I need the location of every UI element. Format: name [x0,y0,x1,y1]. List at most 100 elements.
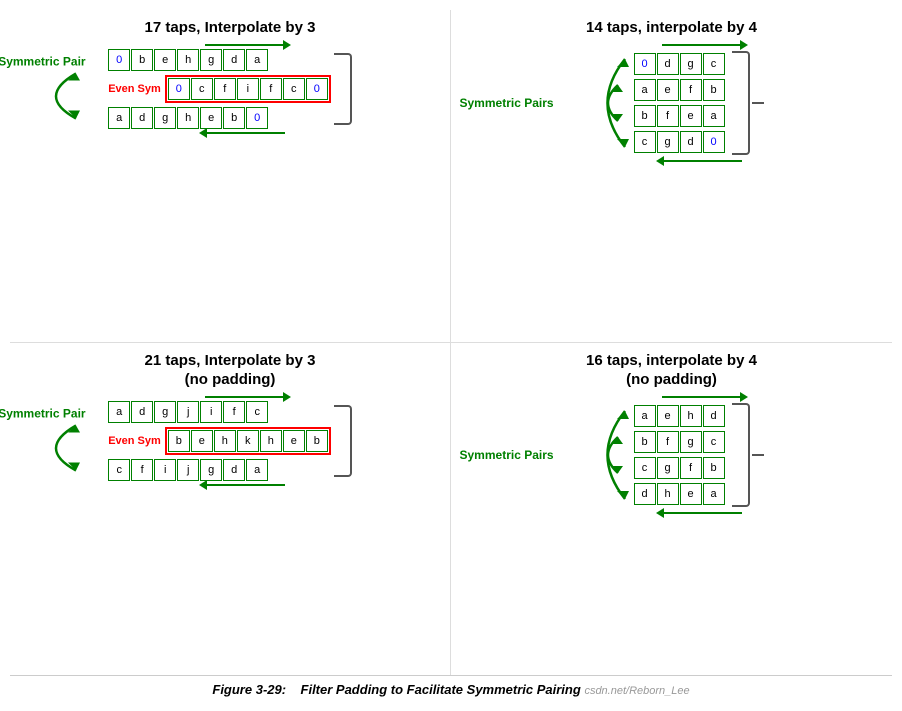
cell: e [154,49,176,71]
cell: g [200,49,222,71]
cell: a [108,401,130,423]
q3-title: 21 taps, Interpolate by 3 (no padding) [145,351,316,390]
cell: 0 [703,131,725,153]
q4-bracket-line [752,454,764,456]
q2-row-1: 0 d g c [634,53,725,75]
quadrant-3: 21 taps, Interpolate by 3 (no padding) S… [10,343,451,676]
cell: h [177,49,199,71]
q1-row-3: a d g h e b 0 [108,107,331,129]
cell: b [223,107,245,129]
quadrant-1: 17 taps, Interpolate by 3 Symmetric Pair [10,10,451,343]
cell: a [634,405,656,427]
cell: c [703,431,725,453]
q1-row-2: 0 c f i f c 0 [165,75,331,103]
q4-title: 16 taps, interpolate by 4 (no padding) [586,351,757,390]
cell: 0 [246,107,268,129]
main-container: 17 taps, Interpolate by 3 Symmetric Pair [0,0,902,711]
cell: h [260,430,282,452]
cell: b [634,105,656,127]
q3-bracket [334,405,352,477]
q3-row-2-wrapper: Even Sym b e h k h e b [108,427,331,455]
q3-sym-label: Symmetric Pair [0,406,86,420]
q3-arrow-top [205,396,285,398]
cell: f [131,459,153,481]
cell: e [657,79,679,101]
q2-curved-arrows [580,49,630,157]
q2-rows: 0 d g c a e f b b f e a [634,53,725,153]
cell: 0 [634,53,656,75]
cell: i [200,401,222,423]
cell: d [131,401,153,423]
q3-rows: a d g j i f c Even Sym b e h [108,401,331,481]
q4-sym-label: Symmetric Pairs [460,448,554,462]
q3-row-1: a d g j i f c [108,401,331,423]
quadrants-grid: 17 taps, Interpolate by 3 Symmetric Pair [10,10,892,675]
q4-row-3: c g f b [634,457,725,479]
q1-row-2-wrapper: Even Sym 0 c f i f c 0 [108,75,331,103]
q2-arrow-bottom [662,160,742,162]
cell: h [657,483,679,505]
q1-arrow-bottom [205,132,285,134]
cell: a [703,483,725,505]
q2-arrow-top [662,44,742,46]
cell: c [634,457,656,479]
q2-row-4: c g d 0 [634,131,725,153]
cell: e [680,105,702,127]
q3-row-2: b e h k h e b [165,427,331,455]
cell: f [680,79,702,101]
q2-row-3: b f e a [634,105,725,127]
q2-bracket-line [752,102,764,104]
cell: d [703,405,725,427]
q4-curved-arrows [580,401,630,509]
q1-row-1: 0 b e h g d a [108,49,331,71]
cell: d [131,107,153,129]
cell: f [657,431,679,453]
cell: b [634,431,656,453]
cell: e [283,430,305,452]
quadrant-4: 16 taps, interpolate by 4 (no padding) S… [451,343,892,676]
cell: d [657,53,679,75]
cell: f [657,105,679,127]
q1-rows: 0 b e h g d a Even Sym 0 c f [108,49,331,129]
cell: h [214,430,236,452]
quadrant-2: 14 taps, interpolate by 4 Symmetric Pair… [451,10,892,343]
cell: a [108,107,130,129]
q3-curved-arrow [16,420,86,475]
cell: e [200,107,222,129]
cell: f [260,78,282,100]
q1-sym-label: Symmetric Pair [0,54,86,68]
cell: g [200,459,222,481]
figure-text: Filter Padding to Facilitate Symmetric P… [301,682,581,697]
q1-arrow-top [205,44,285,46]
cell: c [108,459,130,481]
q2-sym-label: Symmetric Pairs [460,96,554,110]
figure-caption: Figure 3-29: Filter Padding to Facilitat… [10,675,892,701]
cell: a [246,459,268,481]
cell: b [168,430,190,452]
q4-row-4: d h e a [634,483,725,505]
cell: d [634,483,656,505]
cell: i [154,459,176,481]
cell: f [223,401,245,423]
cell: h [680,405,702,427]
q3-row-3: c f i j g d a [108,459,331,481]
cell: g [680,53,702,75]
q1-title: 17 taps, Interpolate by 3 [145,18,316,38]
q4-bracket [732,403,750,507]
cell: b [131,49,153,71]
cell: a [634,79,656,101]
cell: c [703,53,725,75]
q2-title: 14 taps, interpolate by 4 [586,18,757,38]
cell: a [703,105,725,127]
q1-even-sym-label: Even Sym [108,83,161,95]
cell: d [223,459,245,481]
cell: e [657,405,679,427]
cell: h [177,107,199,129]
cell: c [191,78,213,100]
q2-bracket [732,51,750,155]
q4-rows: a e h d b f g c c g f b [634,405,725,505]
q1-bracket [334,53,352,125]
q1-curved-arrow [16,68,86,123]
cell: j [177,401,199,423]
cell: c [246,401,268,423]
